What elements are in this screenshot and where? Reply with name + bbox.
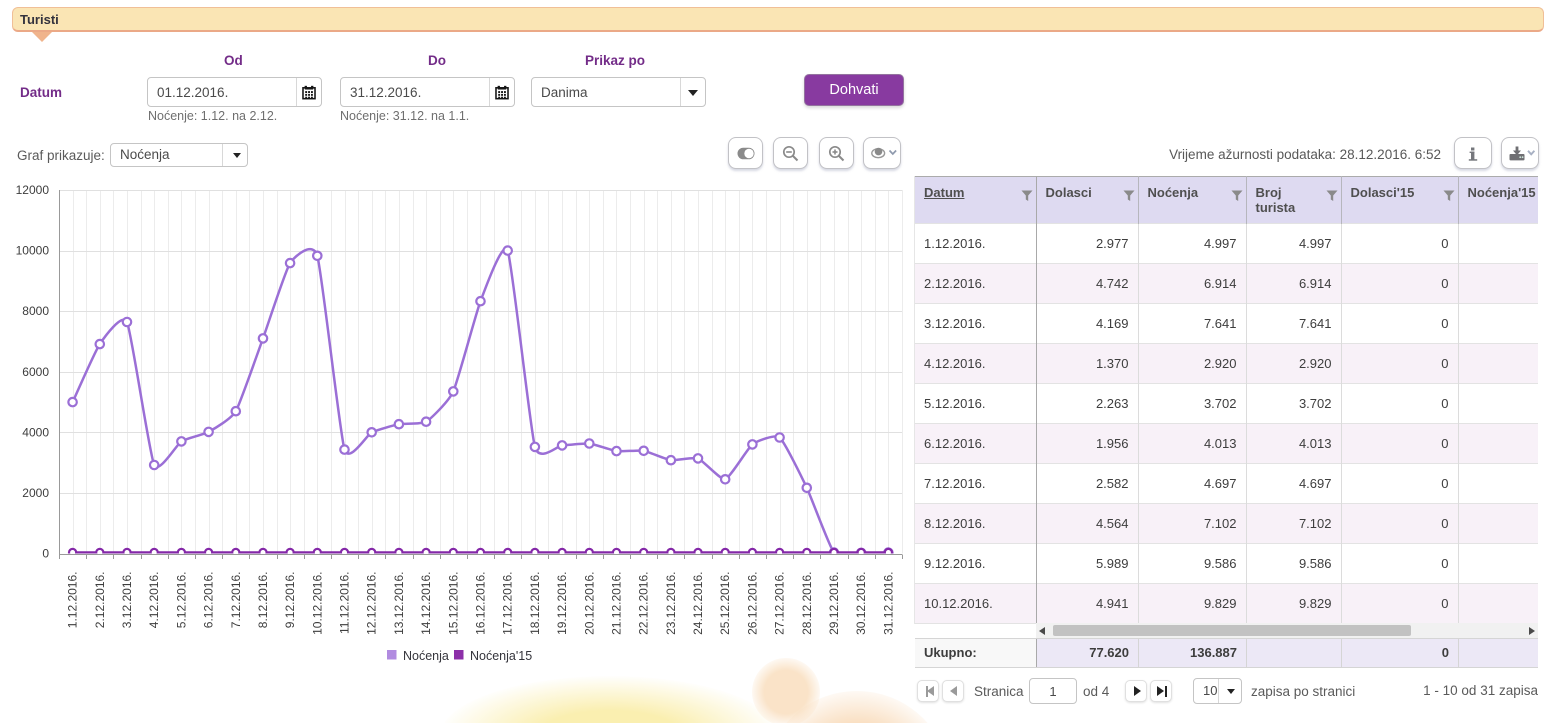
svg-text:6000: 6000 [22,365,49,379]
svg-text:8.12.2016.: 8.12.2016. [256,572,270,629]
svg-text:4.12.2016.: 4.12.2016. [147,572,161,629]
svg-text:21.12.2016.: 21.12.2016. [610,572,624,635]
svg-text:13.12.2016.: 13.12.2016. [392,572,406,635]
svg-text:9.12.2016.: 9.12.2016. [283,572,297,629]
svg-text:15.12.2016.: 15.12.2016. [446,572,460,635]
svg-text:27.12.2016.: 27.12.2016. [773,572,787,635]
svg-text:Noćenja: Noćenja [403,649,449,663]
svg-text:10000: 10000 [16,244,50,258]
svg-text:Noćenja'15: Noćenja'15 [470,649,532,663]
svg-text:16.12.2016.: 16.12.2016. [474,572,488,635]
svg-text:12.12.2016.: 12.12.2016. [365,572,379,635]
svg-text:11.12.2016.: 11.12.2016. [338,572,352,635]
svg-text:1.12.2016.: 1.12.2016. [66,572,80,629]
svg-text:3.12.2016.: 3.12.2016. [120,572,134,629]
svg-text:30.12.2016.: 30.12.2016. [854,572,868,635]
svg-text:19.12.2016.: 19.12.2016. [555,572,569,635]
svg-text:18.12.2016.: 18.12.2016. [528,572,542,635]
svg-text:4000: 4000 [22,425,49,439]
svg-text:6.12.2016.: 6.12.2016. [202,572,216,629]
svg-text:29.12.2016.: 29.12.2016. [827,572,841,635]
svg-text:5.12.2016.: 5.12.2016. [174,572,188,629]
svg-text:12000: 12000 [16,183,50,197]
svg-text:31.12.2016.: 31.12.2016. [881,572,895,635]
svg-text:20.12.2016.: 20.12.2016. [582,572,596,635]
svg-text:14.12.2016.: 14.12.2016. [419,572,433,635]
svg-text:28.12.2016.: 28.12.2016. [800,572,814,635]
svg-text:0: 0 [42,547,49,561]
svg-text:2000: 2000 [22,486,49,500]
svg-text:7.12.2016.: 7.12.2016. [229,572,243,629]
svg-text:23.12.2016.: 23.12.2016. [664,572,678,635]
svg-text:10.12.2016.: 10.12.2016. [310,572,324,635]
svg-text:26.12.2016.: 26.12.2016. [745,572,759,635]
svg-text:22.12.2016.: 22.12.2016. [637,572,651,635]
svg-text:2.12.2016.: 2.12.2016. [93,572,107,629]
svg-text:17.12.2016.: 17.12.2016. [501,572,515,635]
svg-text:24.12.2016.: 24.12.2016. [691,572,705,635]
svg-text:8000: 8000 [22,304,49,318]
svg-text:25.12.2016.: 25.12.2016. [718,572,732,635]
